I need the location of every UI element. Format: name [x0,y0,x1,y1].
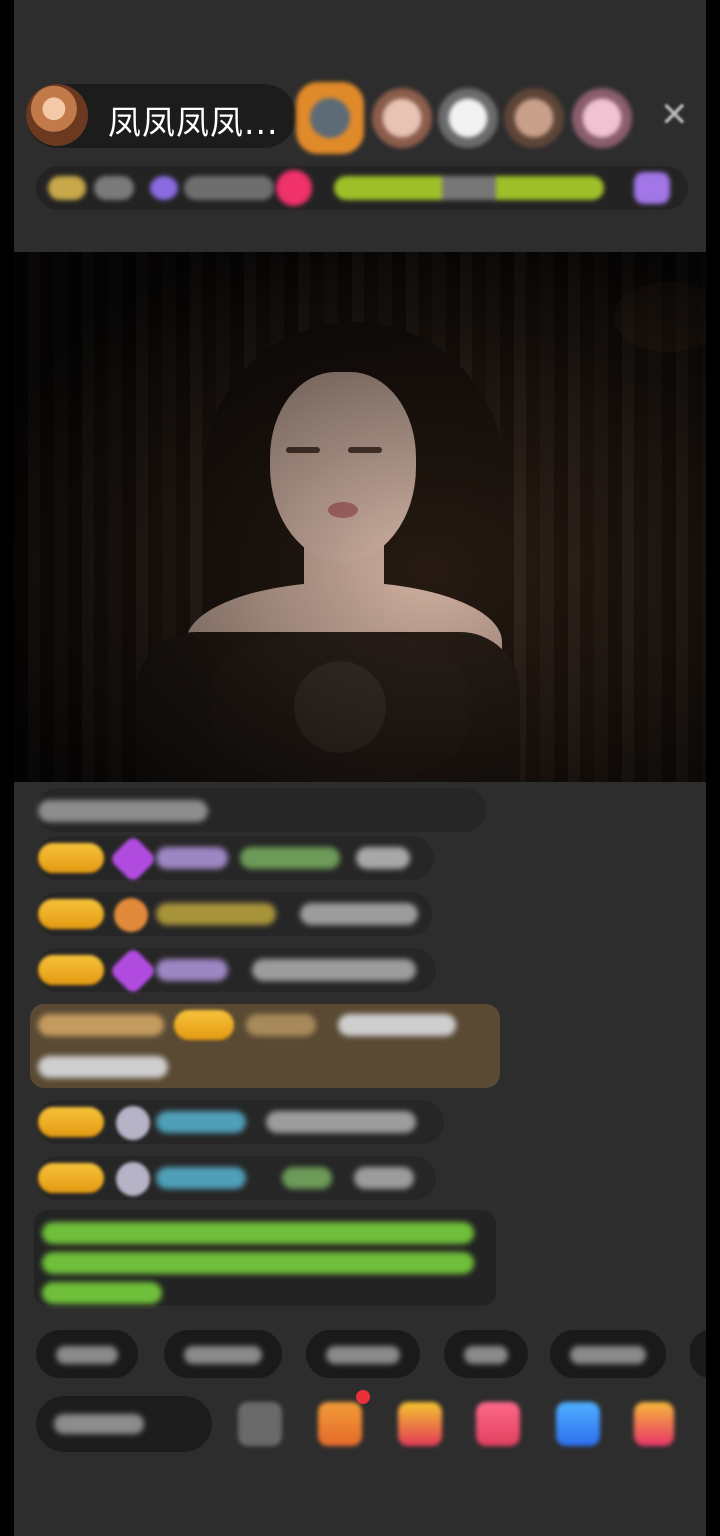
notice-text-line-3 [42,1282,162,1304]
avatar-icon [116,1162,150,1196]
username [246,1014,316,1036]
username [156,847,228,869]
info-text [94,176,134,200]
username [156,1111,246,1133]
notice-text-line-2 [42,1252,474,1274]
chat-text [240,847,340,869]
username [156,1167,246,1189]
level-badge [38,899,104,929]
chat-text [266,1111,416,1133]
username [156,903,276,925]
top-viewer-avatar-1[interactable] [296,82,364,154]
level-badge [38,955,104,985]
chat-text [252,959,416,981]
chat-text [282,1167,332,1189]
chat-text [300,903,418,925]
chat-text [338,1014,456,1036]
host-avatar[interactable] [26,84,88,146]
top-viewer-avatar-3[interactable] [438,88,498,148]
level-badge [38,1107,104,1137]
rich-badge [38,1014,164,1036]
message-icon[interactable] [238,1402,282,1446]
level-badge [38,843,104,873]
gift-box-icon[interactable] [318,1402,362,1446]
notice-text-line-1 [42,1222,474,1244]
video-vignette [14,252,706,782]
heat-icon [150,176,178,200]
top-viewer-avatar-4[interactable] [504,88,564,148]
chat-text [38,1056,168,1078]
scrolling-notice[interactable] [334,176,604,200]
left-letterbox [0,0,14,1536]
quick-reply-text [464,1346,508,1364]
chat-input-placeholder [54,1414,144,1434]
quick-reply-text [184,1346,262,1364]
right-letterbox [706,0,720,1536]
gift-icon[interactable] [634,172,670,204]
share-icon[interactable] [556,1402,600,1446]
level-badge-icon [48,176,86,200]
chat-text [354,1167,414,1189]
more-icon[interactable] [634,1402,674,1446]
live-room-screen: 凤凤凤凤... ✕ [14,0,706,1536]
quick-reply-text [326,1346,400,1364]
top-viewer-avatar-2[interactable] [372,88,432,148]
host-name[interactable]: 凤凤凤凤... [108,96,278,144]
notification-dot [356,1390,370,1404]
avatar-icon [116,1106,150,1140]
heat-text [184,176,274,200]
system-text [38,800,208,822]
username [156,959,228,981]
quick-reply-text [56,1346,118,1364]
live-video[interactable] [14,252,706,782]
gift-icon[interactable] [398,1402,442,1446]
rank-icon[interactable] [276,170,312,206]
quick-reply-text [570,1346,646,1364]
level-badge [174,1010,234,1040]
level-badge [38,1163,104,1193]
quick-reply-6[interactable] [690,1330,706,1378]
close-icon[interactable]: ✕ [660,98,689,132]
lucky-bag-icon[interactable] [476,1402,520,1446]
chat-text [356,847,410,869]
top-viewer-avatar-5[interactable] [572,88,632,148]
